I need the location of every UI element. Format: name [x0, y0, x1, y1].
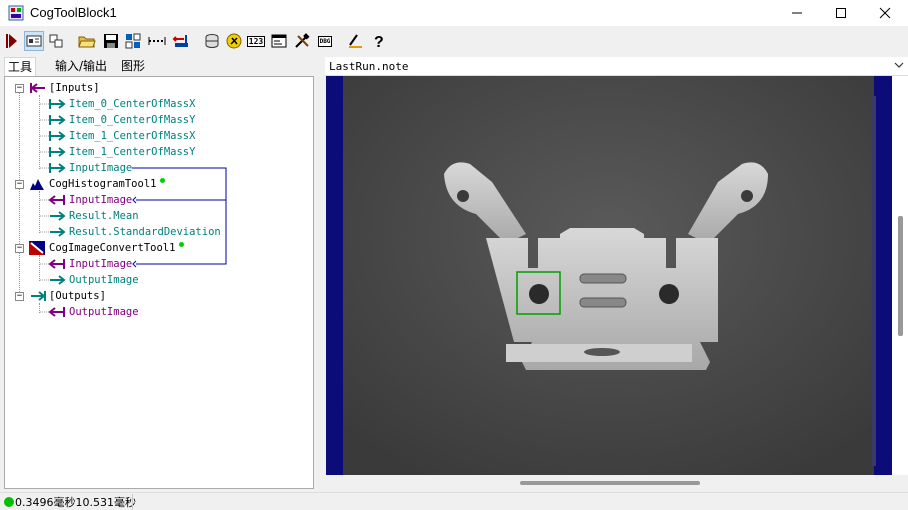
record-selector[interactable]: LastRun.note — [325, 57, 908, 76]
close-button[interactable] — [862, 0, 908, 26]
number-button[interactable]: 123 — [246, 31, 266, 51]
show-properties-icon — [49, 34, 63, 48]
svg-text:?: ? — [374, 34, 384, 49]
tool-block-window: CogToolBlock1 123 DBG ? 工具 输入/输出 图形 − [I… — [0, 0, 908, 510]
total-run-time: 10.531毫秒 — [75, 496, 137, 509]
image-display[interactable] — [326, 76, 908, 475]
vertical-scrollbar[interactable] — [893, 76, 908, 475]
tool-tree: − [Inputs] Item_0_CenterOfMassX Item_0_C… — [4, 76, 314, 489]
tools-button[interactable] — [292, 31, 312, 51]
link-button[interactable] — [147, 31, 167, 51]
status-indicator-icon — [4, 497, 14, 507]
open-button[interactable] — [77, 31, 97, 51]
window-title: CogToolBlock1 — [30, 5, 117, 20]
tab-graphics[interactable]: 图形 — [118, 57, 148, 76]
image-canvas[interactable] — [326, 76, 892, 475]
show-tree-icon — [26, 35, 42, 47]
horizontal-scrollbar[interactable] — [326, 476, 892, 490]
script-icon — [226, 33, 242, 49]
open-icon — [78, 36, 96, 48]
database-button[interactable] — [202, 31, 222, 51]
dbg-button[interactable]: DBG — [315, 31, 335, 51]
number-icon: 123 — [246, 35, 266, 47]
script-button[interactable] — [224, 31, 244, 51]
edit-icon — [349, 34, 362, 48]
vertical-scroll-thumb[interactable] — [898, 216, 903, 336]
show-tree-button[interactable] — [24, 31, 44, 51]
run-icon — [6, 34, 17, 48]
chevron-down-icon — [894, 62, 904, 68]
horizontal-scroll-thumb[interactable] — [520, 481, 700, 485]
run-button[interactable] — [2, 31, 22, 51]
edit-button[interactable] — [345, 31, 365, 51]
tab-tools[interactable]: 工具 — [4, 57, 37, 77]
arrow-left-icon — [40, 307, 65, 317]
tab-bar: 工具 输入/输出 图形 — [0, 57, 320, 77]
last-run-time: 0.3496毫秒 — [15, 496, 76, 509]
maximize-icon — [836, 8, 846, 18]
link-arrow-histogram — [132, 196, 137, 204]
minimize-button[interactable] — [774, 0, 820, 26]
inspection-image — [326, 76, 892, 475]
toolbar: 123 DBG ? — [0, 28, 908, 54]
tab-input-output[interactable]: 输入/输出 — [52, 57, 110, 76]
app-icon — [8, 5, 24, 21]
record-selector-value: LastRun.note — [329, 60, 409, 73]
help-button[interactable]: ? — [369, 31, 389, 51]
display-button[interactable] — [269, 31, 289, 51]
title-bar: CogToolBlock1 — [0, 0, 908, 26]
maximize-button[interactable] — [818, 0, 864, 26]
dbg-icon: DBG — [317, 35, 333, 47]
status-bar: 0.3496毫秒 10.531毫秒 — [0, 492, 908, 510]
terminal-icon — [172, 35, 188, 47]
save-button[interactable] — [101, 31, 121, 51]
close-icon — [879, 7, 891, 19]
help-icon: ? — [374, 34, 384, 49]
tool-button[interactable] — [123, 31, 143, 51]
run-status: 0.3496毫秒 10.531毫秒 — [4, 494, 136, 510]
link-line-input-convert — [132, 167, 227, 265]
link-connectors — [132, 167, 227, 268]
minimize-icon — [792, 12, 802, 14]
output-item-label: OutputImage — [69, 306, 139, 318]
save-icon — [104, 34, 118, 48]
display-icon — [271, 34, 287, 48]
tool-icon — [125, 33, 141, 49]
output-item[interactable]: OutputImage — [40, 304, 139, 320]
tools-icon — [295, 33, 310, 48]
link-arrow-convert — [132, 260, 137, 268]
database-icon — [205, 34, 219, 48]
link-icon — [148, 37, 166, 45]
status-separator — [132, 494, 133, 510]
show-properties-button[interactable] — [46, 31, 66, 51]
terminal-button[interactable] — [171, 31, 191, 51]
